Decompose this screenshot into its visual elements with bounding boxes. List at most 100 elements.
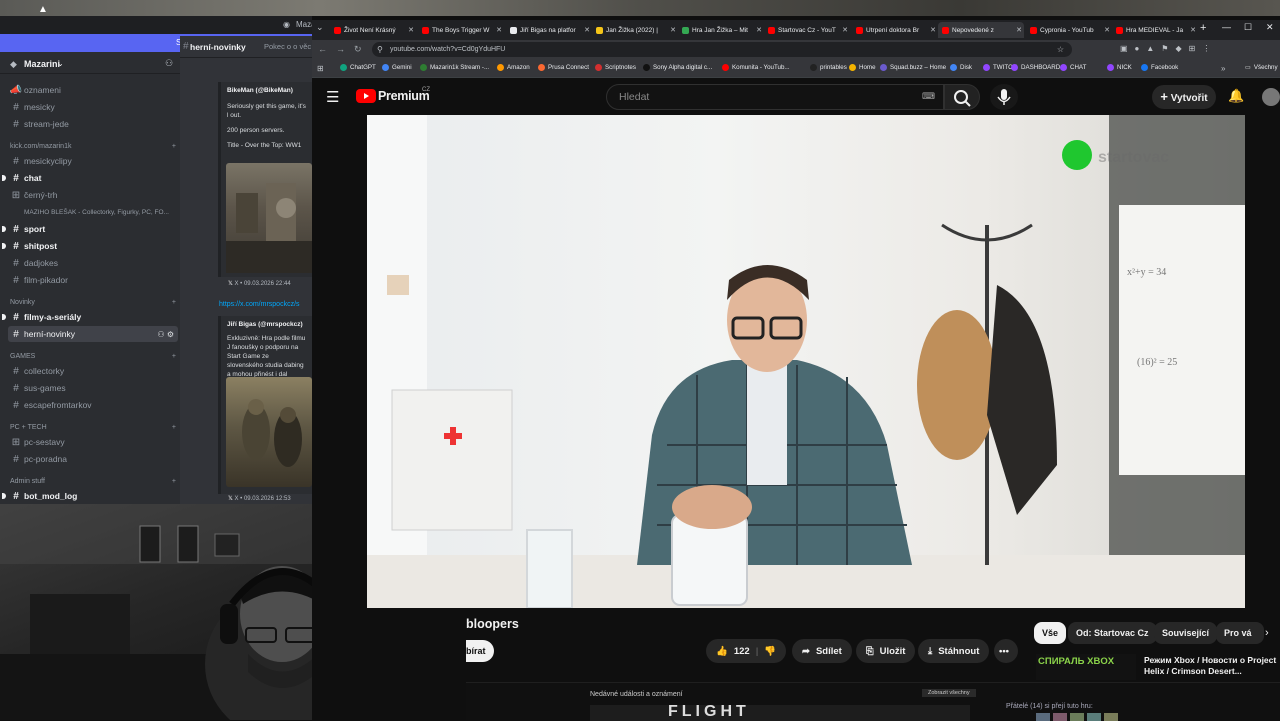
voice-search-button[interactable] bbox=[990, 84, 1018, 110]
forward-icon[interactable]: → bbox=[336, 44, 345, 54]
avatar[interactable] bbox=[1262, 88, 1280, 106]
channel-herni-novinky[interactable]: # herní-novinky ⚇ ⚙ bbox=[8, 326, 178, 342]
add-channel-icon[interactable]: + bbox=[172, 143, 176, 150]
keyboard-icon[interactable]: ⌨ bbox=[922, 91, 935, 102]
channel-bot-mod-log[interactable]: # bot_mod_log bbox=[2, 488, 178, 504]
category-pc-tech[interactable]: PC + TECH + bbox=[10, 424, 176, 431]
reload-icon[interactable]: ↻ bbox=[354, 44, 362, 55]
tweet-link[interactable]: https://x.com/mrspockcz/s bbox=[219, 301, 300, 308]
add-channel-icon[interactable]: + bbox=[172, 353, 176, 360]
bookmark-item[interactable]: Home bbox=[849, 64, 876, 71]
notifications-bell-icon[interactable]: 🔔 bbox=[1228, 88, 1244, 104]
bookmark-item[interactable]: Komunita - YouTub... bbox=[722, 64, 790, 71]
add-channel-icon[interactable]: + bbox=[172, 478, 176, 485]
close-tab-icon[interactable]: ✕ bbox=[930, 26, 936, 34]
category-games[interactable]: GAMES + bbox=[10, 353, 176, 360]
show-all-button[interactable]: Zobrazit všechny bbox=[922, 689, 976, 697]
close-tab-icon[interactable]: ✕ bbox=[670, 26, 676, 34]
close-tab-icon[interactable]: ✕ bbox=[496, 26, 502, 34]
browser-tab[interactable]: Hra MEDIEVAL - Ja ✕ bbox=[1112, 22, 1198, 38]
extension-icons[interactable]: ▣●▲⚑◆⊞⋮ bbox=[1120, 44, 1217, 53]
bookmark-item[interactable]: CHAT bbox=[1060, 64, 1086, 71]
close-window-icon[interactable]: ✕ bbox=[1266, 22, 1274, 33]
add-channel-icon[interactable]: + bbox=[172, 299, 176, 306]
thumbs-down-icon[interactable]: 👎 bbox=[764, 646, 776, 657]
channel-oznameni[interactable]: 📣 oznameni bbox=[8, 82, 178, 98]
address-bar[interactable]: ⚲ youtube.com/watch?v=Cd0gYduHFU ☆ bbox=[372, 42, 1072, 57]
browser-tab[interactable]: Jan Žižka (2022) | ✕ bbox=[592, 22, 678, 38]
channel-shitpost[interactable]: # shitpost bbox=[2, 238, 178, 254]
event-banner[interactable]: FLIGHT bbox=[590, 705, 970, 721]
chevron-right-icon[interactable]: › bbox=[1265, 627, 1269, 639]
more-actions-button[interactable]: ••• bbox=[994, 639, 1018, 663]
add-channel-icon[interactable]: + bbox=[172, 424, 176, 431]
bookmark-item[interactable]: Squad.buzz – Home bbox=[880, 64, 946, 71]
channel-film-pikador[interactable]: # film-pikador bbox=[8, 272, 178, 288]
share-button[interactable]: ➦ Sdílet bbox=[792, 639, 852, 663]
bookmark-item[interactable]: NICK bbox=[1107, 64, 1132, 71]
category-admin[interactable]: Admin stuff + bbox=[10, 478, 176, 485]
channel-filmy-a-serialy[interactable]: # filmy-a-seriály bbox=[2, 309, 178, 325]
close-tab-icon[interactable]: ✕ bbox=[756, 26, 762, 34]
channel-dadjokes[interactable]: # dadjokes bbox=[8, 255, 178, 271]
bookmark-item[interactable]: Mazarin1k Stream -... bbox=[420, 64, 489, 71]
bookmark-item[interactable]: Disk bbox=[950, 64, 972, 71]
channel-chat[interactable]: # chat bbox=[2, 170, 178, 186]
channel-mesickyclipy[interactable]: # mesickyclipy bbox=[8, 153, 178, 169]
back-icon[interactable]: ← bbox=[318, 44, 327, 54]
browser-tab[interactable]: Utrpení doktora Br ✕ bbox=[852, 22, 938, 38]
subscribe-button[interactable]: bírat bbox=[466, 640, 494, 662]
browser-tab[interactable]: Nepovedené z ✕ bbox=[938, 22, 1024, 38]
channel-sport[interactable]: # sport bbox=[2, 221, 178, 237]
video-player[interactable]: x²+y = 34 (16)² = 25 startovac bbox=[367, 115, 1245, 608]
site-info-icon[interactable]: ⚲ bbox=[377, 42, 383, 57]
tab-search-icon[interactable]: ⌄ bbox=[316, 22, 324, 33]
browser-tab[interactable]: The Boys Trigger W ✕ bbox=[418, 22, 504, 38]
bookmark-item[interactable]: Gemini bbox=[382, 64, 412, 71]
channel-settings-icon[interactable]: ⚇ ⚙ bbox=[157, 330, 174, 339]
chip-related[interactable]: Související bbox=[1154, 622, 1218, 644]
channel-stream-jede[interactable]: # stream-jede bbox=[8, 116, 178, 132]
new-tab-button[interactable]: + bbox=[1200, 22, 1206, 34]
browser-tab[interactable]: Startovac Cz - YouT ✕ bbox=[764, 22, 850, 38]
add-member-icon[interactable]: ⚇ bbox=[165, 58, 173, 69]
close-tab-icon[interactable]: ✕ bbox=[408, 26, 414, 34]
bookmark-item[interactable]: Sony Alpha digital c... bbox=[643, 64, 712, 71]
browser-tab[interactable]: Život Není Krásný ✕ bbox=[330, 22, 416, 38]
bookmark-item[interactable]: ChatGPT bbox=[340, 64, 376, 71]
channel-escapefromtarkov[interactable]: # escapefromtarkov bbox=[8, 397, 178, 413]
create-button[interactable]: + Vytvořit bbox=[1152, 85, 1216, 109]
maximize-icon[interactable]: ☐ bbox=[1244, 22, 1252, 33]
bookmark-item[interactable]: Prusa Connect bbox=[538, 64, 589, 71]
bookmark-item[interactable]: Amazon bbox=[497, 64, 530, 71]
close-tab-icon[interactable]: ✕ bbox=[1104, 26, 1110, 34]
channel-pc-poradna[interactable]: # pc-poradna bbox=[8, 451, 178, 467]
embed-image[interactable] bbox=[226, 163, 312, 273]
category-novinky[interactable]: Novinky + bbox=[10, 299, 176, 306]
save-button[interactable]: ⎘ Uložit bbox=[856, 639, 916, 663]
bookmark-item[interactable]: Scriptnotes bbox=[595, 64, 636, 71]
youtube-logo-icon[interactable] bbox=[356, 89, 376, 103]
close-tab-icon[interactable]: ✕ bbox=[1190, 26, 1196, 34]
channel-pc-sestavy[interactable]: ⊞ pc-sestavy bbox=[8, 434, 178, 450]
channel-cerny-trh[interactable]: ⊞ černý-trh bbox=[8, 187, 178, 203]
recommended-video[interactable]: СПИРАЛЬ XBOX Режим Xbox / Новости о Proj… bbox=[1036, 654, 1280, 680]
embed-image[interactable] bbox=[226, 377, 312, 487]
download-button[interactable]: ⤓ Stáhnout bbox=[918, 639, 990, 663]
chevron-down-icon[interactable]: ⌄ bbox=[57, 59, 64, 68]
bookmark-star-icon[interactable]: ☆ bbox=[1057, 42, 1064, 57]
hamburger-menu-icon[interactable]: ☰ bbox=[326, 88, 339, 106]
more-bookmarks-icon[interactable]: » bbox=[1221, 64, 1225, 73]
category-kick[interactable]: kick.com/mazarin1k + bbox=[10, 143, 176, 150]
channel-mesicky[interactable]: # mesicky bbox=[8, 99, 178, 115]
channel-sus-games[interactable]: # sus-games bbox=[8, 380, 178, 396]
apps-grid-icon[interactable]: ⊞ bbox=[317, 64, 324, 73]
close-tab-icon[interactable]: ✕ bbox=[842, 26, 848, 34]
search-input[interactable]: Hledat bbox=[606, 84, 944, 110]
close-tab-icon[interactable]: ✕ bbox=[584, 26, 590, 34]
browser-tab[interactable]: Hra Jan Žižka – Mit ✕ bbox=[678, 22, 764, 38]
channel-collectorky[interactable]: # collectorky bbox=[8, 363, 178, 379]
bookmark-item[interactable]: DASHBOARD bbox=[1011, 64, 1060, 71]
minimize-icon[interactable]: — bbox=[1222, 22, 1231, 32]
like-button[interactable]: 👍 122 | 👎 bbox=[706, 639, 787, 663]
